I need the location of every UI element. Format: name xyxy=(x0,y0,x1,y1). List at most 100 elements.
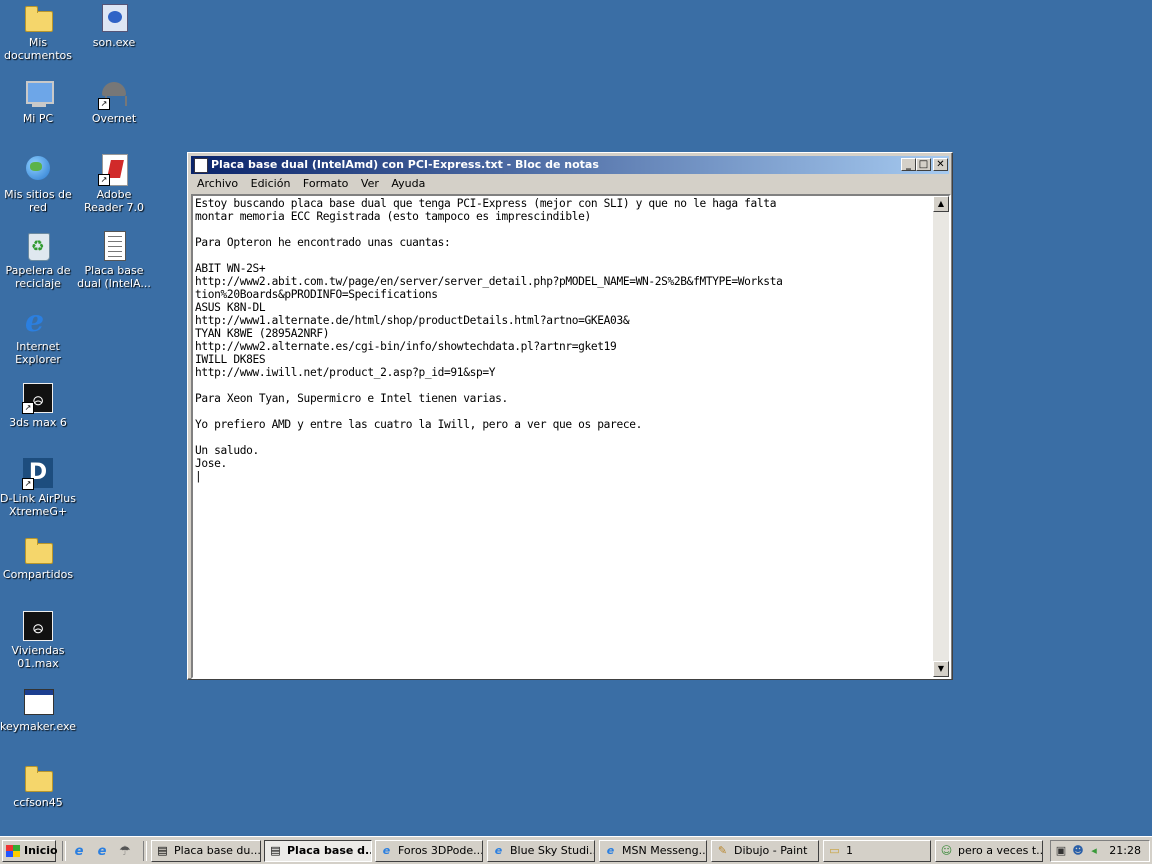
vertical-scrollbar[interactable]: ▲ ▼ xyxy=(933,196,949,677)
network-icon[interactable]: ▣ xyxy=(1054,844,1068,858)
desktop-icon-label: keymaker.exe xyxy=(0,720,76,733)
task-label: Blue Sky Studi... xyxy=(510,844,595,857)
desktop-icon-label: Overnet xyxy=(91,112,137,125)
desktop-icon-placa-base-txt[interactable]: Placa base dual (IntelA... xyxy=(76,230,152,290)
desktop-icon-son-exe[interactable]: son.exe xyxy=(76,2,152,49)
desktop-icon-mi-pc[interactable]: Mi PC xyxy=(0,78,76,125)
taskbar-task-folder[interactable]: ▭ 1 xyxy=(823,840,931,862)
notepad-icon: ▤ xyxy=(157,844,168,857)
taskbar-separator xyxy=(143,841,147,861)
max-file-icon: ဓ xyxy=(22,610,54,642)
desktop-icon-label: Internet Explorer xyxy=(15,340,61,366)
folder-icon xyxy=(22,534,54,566)
desktop-icon-label: Mi PC xyxy=(22,112,54,125)
taskbar-task-notepad-2[interactable]: ▤ Placa base d... xyxy=(264,840,372,862)
overnet-icon: ↗ xyxy=(98,78,130,110)
desktop-icon-label: Placa base dual (IntelA... xyxy=(77,264,151,290)
menu-bar: Archivo Edición Formato Ver Ayuda xyxy=(191,175,949,193)
clock[interactable]: 21:28 xyxy=(1109,841,1141,861)
scroll-down-button[interactable]: ▼ xyxy=(933,661,949,677)
desktop-icon-mis-documentos[interactable]: Mis documentos xyxy=(0,2,76,62)
menu-ver[interactable]: Ver xyxy=(358,175,382,193)
adobe-reader-icon: ↗ xyxy=(98,154,130,186)
menu-archivo[interactable]: Archivo xyxy=(194,175,241,193)
desktop-icon-label: 3ds max 6 xyxy=(9,416,67,429)
task-label: 1 xyxy=(846,844,853,857)
document-text[interactable]: Estoy buscando placa base dual que tenga… xyxy=(195,197,933,677)
messenger-status-icon[interactable]: ☻ xyxy=(1071,844,1085,858)
notepad-icon xyxy=(194,158,208,173)
text-document-icon xyxy=(98,230,130,262)
notepad-icon: ▤ xyxy=(270,844,281,857)
taskbar-task-msn[interactable]: e MSN Messeng... xyxy=(599,840,707,862)
desktop-icon-3ds-max[interactable]: ဓ ↗ 3ds max 6 xyxy=(0,382,76,429)
taskbar-task-notepad-1[interactable]: ▤ Placa base du... xyxy=(151,840,261,862)
messenger-icon: ☺ xyxy=(940,844,953,857)
scroll-up-button[interactable]: ▲ xyxy=(933,196,949,212)
browser-icon[interactable]: e xyxy=(94,844,110,860)
taskbar-task-foros[interactable]: e Foros 3DPode... xyxy=(375,840,483,862)
desktop-icon-label: Viviendas 01.max xyxy=(11,644,65,670)
desktop-icon-dlink[interactable]: D ↗ D-Link AirPlus XtremeG+ xyxy=(0,458,76,518)
internet-explorer-icon: e xyxy=(494,844,503,857)
menu-formato[interactable]: Formato xyxy=(300,175,352,193)
volume-icon[interactable]: ◂ xyxy=(1087,844,1101,858)
task-label: Placa base du... xyxy=(174,844,261,857)
desktop-icon-overnet[interactable]: ↗ Overnet xyxy=(76,78,152,125)
desktop-icon-internet-explorer[interactable]: e Internet Explorer xyxy=(0,304,76,367)
taskbar-task-messenger[interactable]: ☺ pero a veces t... xyxy=(935,840,1043,862)
task-label: MSN Messeng... xyxy=(622,844,707,857)
desktop-icon-label: Compartidos xyxy=(2,568,74,581)
start-button[interactable]: Inicio xyxy=(2,840,58,862)
close-button[interactable]: ✕ xyxy=(933,158,948,171)
folder-icon xyxy=(22,762,54,794)
network-places-icon xyxy=(22,154,54,186)
system-tray: ▣ ☻ ◂ 21:28 xyxy=(1050,840,1150,862)
start-label: Inicio xyxy=(24,844,58,857)
internet-explorer-icon[interactable]: e xyxy=(71,844,87,860)
exe-icon xyxy=(98,2,130,34)
window-title: Placa base dual (IntelAmd) con PCI-Expre… xyxy=(211,158,599,171)
desktop-icon-label: Papelera de reciclaje xyxy=(5,264,71,290)
3ds-max-icon: ဓ ↗ xyxy=(22,382,54,414)
menu-edicion[interactable]: Edición xyxy=(248,175,294,193)
application-icon xyxy=(22,686,54,718)
desktop-icon-label: Mis sitios de red xyxy=(4,188,72,214)
desktop-icon-label: Mis documentos xyxy=(4,36,72,62)
internet-explorer-icon: e xyxy=(606,844,615,857)
desktop-icon-compartidos[interactable]: Compartidos xyxy=(0,534,76,581)
computer-icon xyxy=(22,78,54,110)
desktop-icon-adobe-reader[interactable]: ↗ Adobe Reader 7.0 xyxy=(76,154,152,214)
desktop-icon-label: ccfson45 xyxy=(13,796,63,809)
taskbar-task-paint[interactable]: ✎ Dibujo - Paint xyxy=(711,840,819,862)
desktop-icon-papelera[interactable]: Papelera de reciclaje xyxy=(0,230,76,290)
text-editor[interactable]: Estoy buscando placa base dual que tenga… xyxy=(191,194,951,679)
menu-ayuda[interactable]: Ayuda xyxy=(388,175,428,193)
task-label: pero a veces t... xyxy=(958,844,1043,857)
window-titlebar[interactable]: Placa base dual (IntelAmd) con PCI-Expre… xyxy=(191,156,949,174)
desktop-icon-label: son.exe xyxy=(92,36,136,49)
paint-icon: ✎ xyxy=(717,844,728,857)
taskbar-task-blue-sky[interactable]: e Blue Sky Studi... xyxy=(487,840,595,862)
internet-explorer-icon: e xyxy=(25,304,45,339)
recycle-bin-icon xyxy=(22,230,54,262)
desktop-icon-ccfson45[interactable]: ccfson45 xyxy=(0,762,76,809)
minimize-button[interactable]: _ xyxy=(901,158,916,171)
windows-logo-icon xyxy=(6,845,20,857)
task-label: Foros 3DPode... xyxy=(398,844,483,857)
maximize-button[interactable]: □ xyxy=(916,158,931,171)
internet-explorer-icon: e xyxy=(382,844,391,857)
taskbar: Inicio e e ☂ ▤ Placa base du... ▤ Placa … xyxy=(0,836,1152,864)
desktop-icon-label: Adobe Reader 7.0 xyxy=(84,188,144,214)
folder-icon: ▭ xyxy=(829,844,840,857)
taskbar-separator xyxy=(62,841,66,861)
dlink-icon: D ↗ xyxy=(22,458,54,490)
notepad-window: Placa base dual (IntelAmd) con PCI-Expre… xyxy=(187,152,953,680)
folder-documents-icon xyxy=(22,2,54,34)
desktop-icon-viviendas[interactable]: ဓ Viviendas 01.max xyxy=(0,610,76,670)
desktop-icon-keymaker[interactable]: keymaker.exe xyxy=(0,686,76,733)
desktop-icon-label: D-Link AirPlus XtremeG+ xyxy=(0,492,76,518)
overnet-icon[interactable]: ☂ xyxy=(117,844,133,860)
desktop-icon-mis-sitios-de-red[interactable]: Mis sitios de red xyxy=(0,154,76,214)
task-label: Placa base d... xyxy=(287,844,372,857)
